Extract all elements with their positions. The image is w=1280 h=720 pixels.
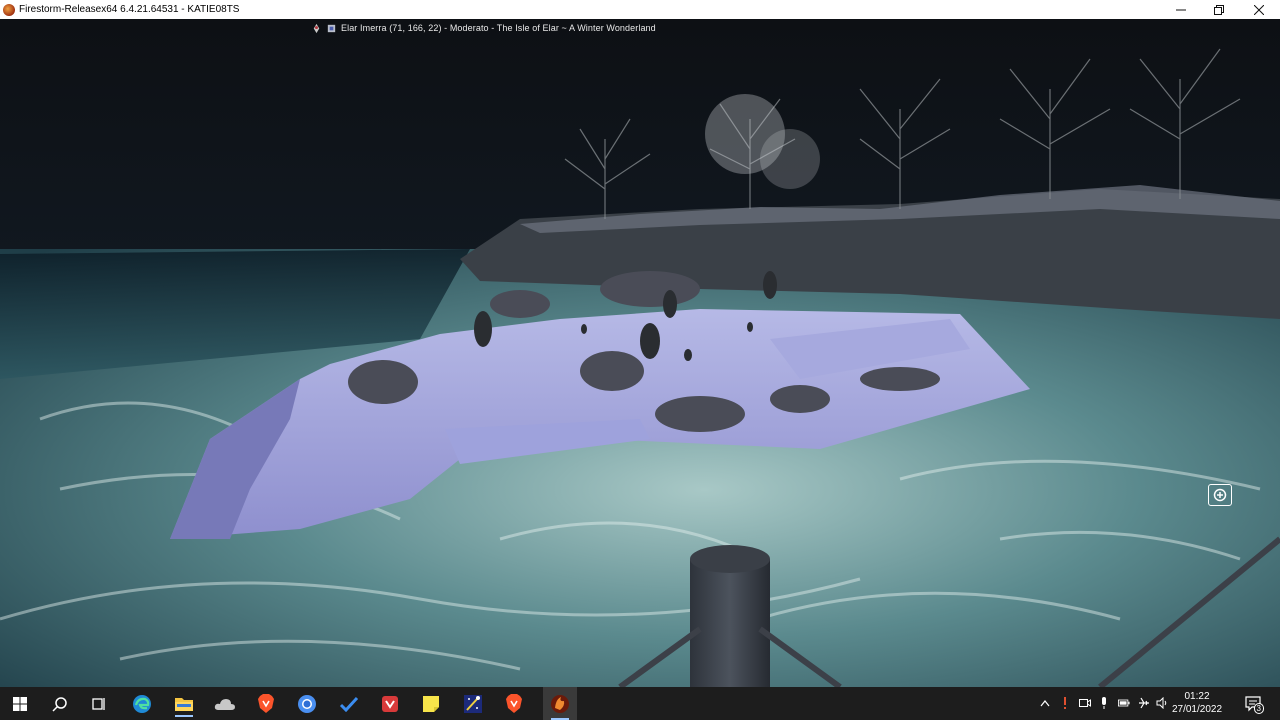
chevron-up-icon <box>1040 700 1050 707</box>
active-indicator <box>175 715 193 717</box>
taskbar-red-app[interactable] <box>377 691 403 717</box>
tray-airplane[interactable] <box>1138 697 1150 709</box>
task-view-icon <box>92 698 105 710</box>
wizard-icon <box>464 695 482 713</box>
tray-overflow-button[interactable] <box>1039 697 1051 709</box>
close-button[interactable] <box>1240 0 1278 19</box>
battery-icon <box>1118 699 1130 707</box>
firestorm-icon <box>3 3 15 16</box>
search-button[interactable] <box>47 691 73 717</box>
checkmark-icon <box>339 696 359 712</box>
taskbar-onedrive[interactable] <box>212 691 238 717</box>
notification-center-button[interactable]: 3 <box>1244 694 1264 714</box>
restore-button[interactable] <box>1200 0 1238 19</box>
minimize-button[interactable] <box>1162 0 1200 19</box>
airplane-icon <box>1139 697 1149 709</box>
cloud-icon <box>214 699 235 710</box>
avatar-location-icon <box>313 23 320 33</box>
tray-clock[interactable]: 01:22 27/01/2022 <box>1170 690 1224 716</box>
edge-icon <box>133 695 151 713</box>
restore-icon <box>1214 4 1224 15</box>
tray-alert[interactable] <box>1059 697 1071 709</box>
clock-time: 01:22 <box>1184 691 1210 702</box>
winter-island-scene <box>0 19 1280 687</box>
window-title: Firestorm-Releasex64 6.4.21.64531 - KATI… <box>19 4 240 15</box>
task-view-button[interactable] <box>86 691 112 717</box>
windows-taskbar: 01:22 27/01/2022 3 <box>0 687 1280 720</box>
zoom-plus-icon <box>1213 488 1227 502</box>
warning-icon <box>1064 697 1066 709</box>
clock-date: 27/01/2022 <box>1171 704 1223 715</box>
tray-microphone[interactable] <box>1098 697 1110 709</box>
minimize-icon <box>1176 9 1186 10</box>
taskbar-sticky-notes[interactable] <box>418 691 444 717</box>
chrome-icon <box>298 695 316 713</box>
notification-count: 3 <box>1253 703 1264 714</box>
zoom-button[interactable] <box>1208 484 1232 506</box>
parcel-flags-icon <box>327 24 336 32</box>
firestorm-icon <box>551 694 569 713</box>
taskbar-todo[interactable] <box>336 691 362 717</box>
window-titlebar[interactable]: Firestorm-Releasex64 6.4.21.64531 - KATI… <box>0 0 1280 19</box>
taskbar-firestorm[interactable] <box>543 687 577 720</box>
speaker-icon <box>1156 697 1167 709</box>
red-app-icon <box>382 696 398 712</box>
camera-icon <box>1079 699 1091 707</box>
tray-battery[interactable] <box>1118 697 1130 709</box>
tray-camera[interactable] <box>1079 697 1091 709</box>
brave-lion-icon <box>258 694 274 713</box>
taskbar-brave-2[interactable] <box>501 691 527 717</box>
start-button[interactable] <box>7 691 33 717</box>
taskbar-edge[interactable] <box>129 691 155 717</box>
search-icon <box>52 697 67 712</box>
close-icon <box>1254 4 1264 15</box>
3d-viewport[interactable]: Elar Imerra (71, 166, 22) - Moderato - T… <box>0 19 1280 687</box>
location-text: Elar Imerra (71, 166, 22) - Moderato - T… <box>341 23 656 33</box>
sticky-note-icon <box>423 696 439 712</box>
taskbar-file-explorer[interactable] <box>171 691 197 717</box>
windows-logo-icon <box>13 697 27 711</box>
taskbar-brave[interactable] <box>253 691 279 717</box>
tray-volume[interactable] <box>1156 697 1168 709</box>
taskbar-chrome[interactable] <box>294 691 320 717</box>
taskbar-wizard-app[interactable] <box>460 691 486 717</box>
folder-icon <box>175 698 193 711</box>
brave-lion-icon <box>506 694 522 713</box>
location-bar[interactable]: Elar Imerra (71, 166, 22) - Moderato - T… <box>311 21 656 35</box>
microphone-icon <box>1102 697 1106 709</box>
